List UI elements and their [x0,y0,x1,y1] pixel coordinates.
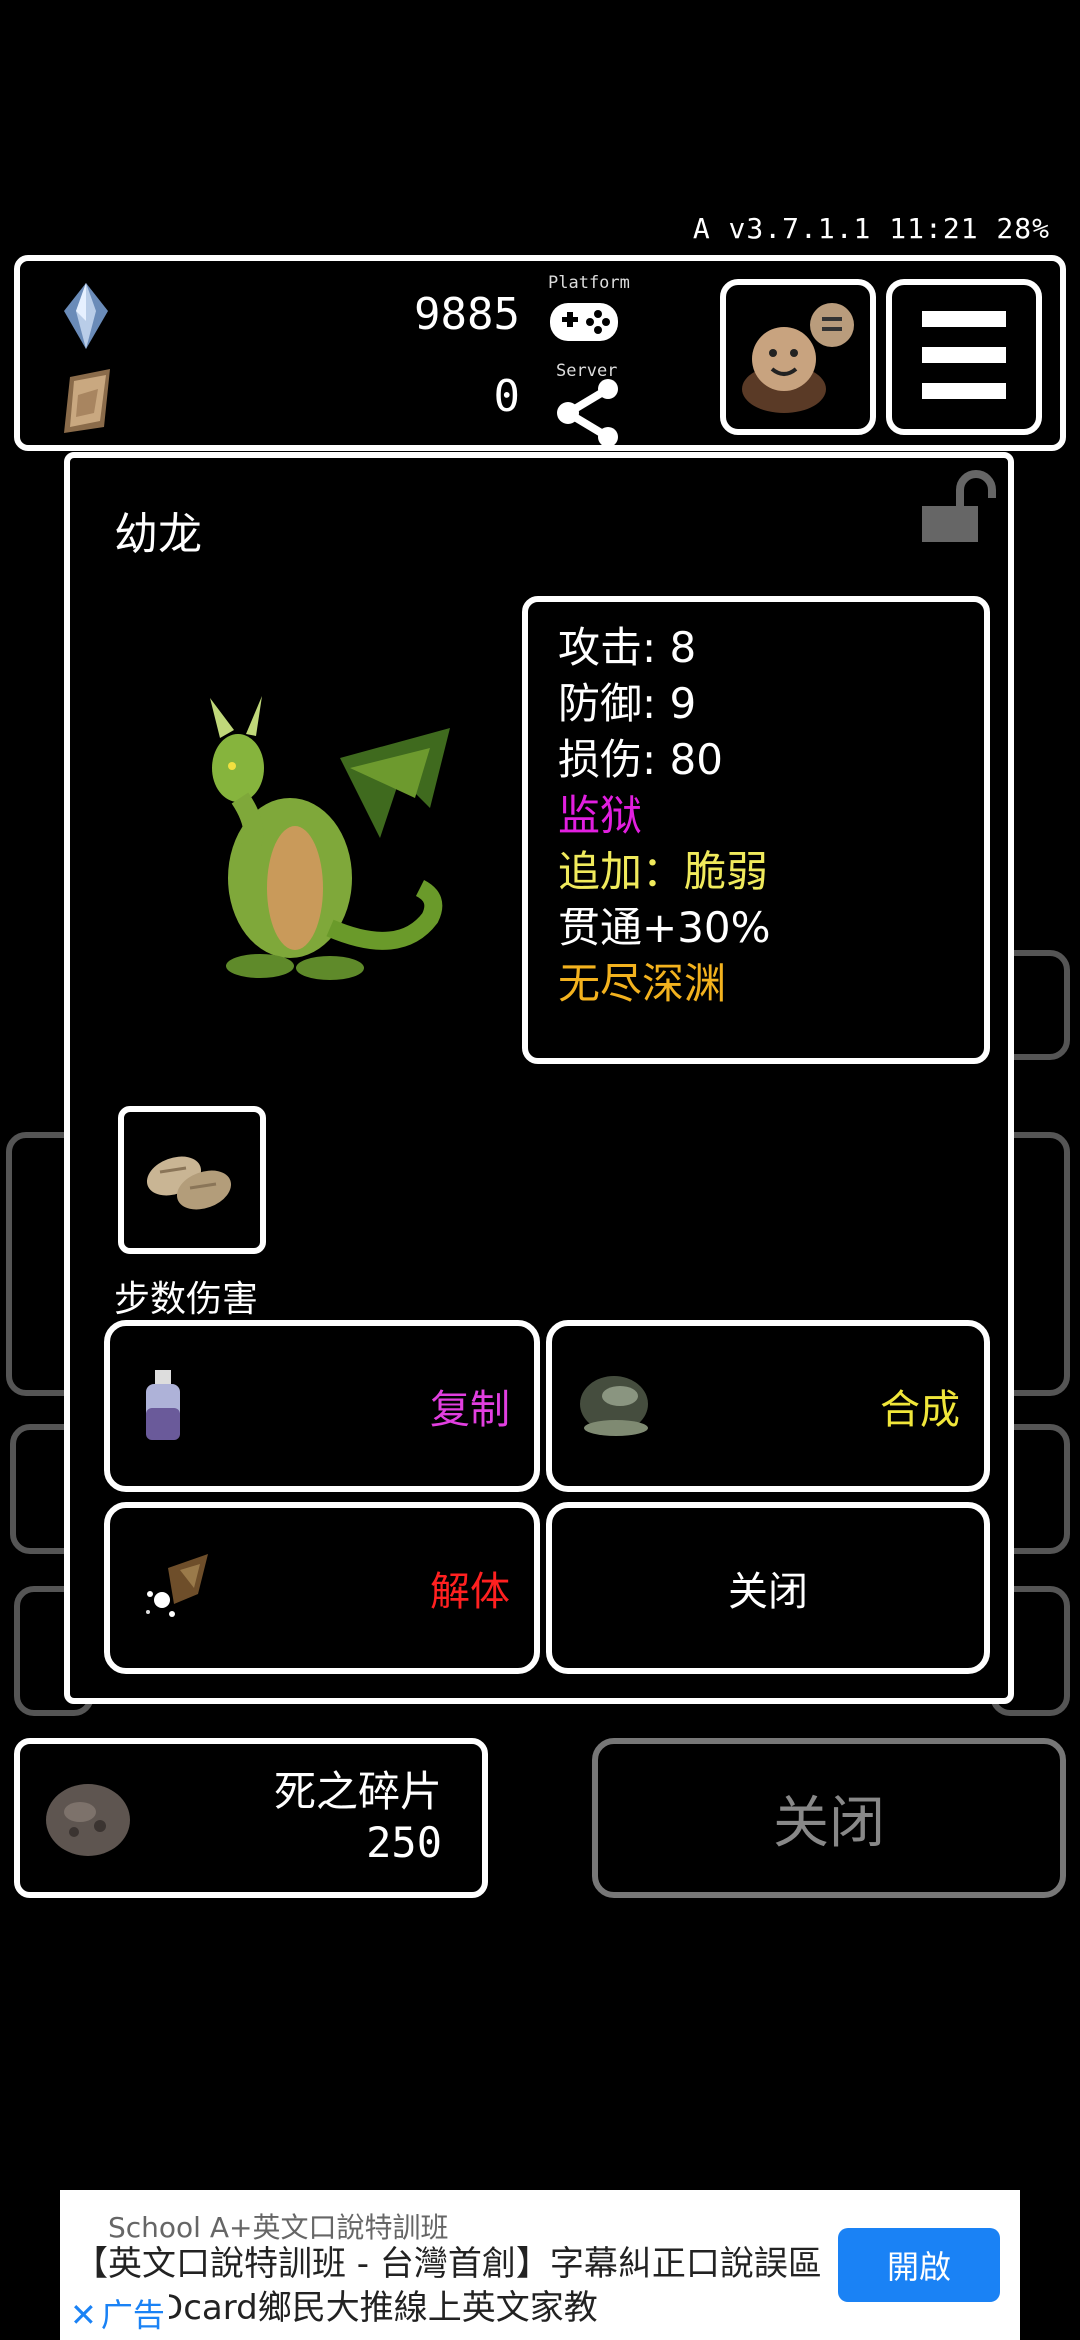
dismantle-button[interactable]: 解体 [104,1502,540,1674]
synth-label: 合成 [880,1387,960,1433]
close-modal-label: 关闭 [728,1569,808,1615]
potion-bottle-icon [146,1370,180,1440]
stat-pierce: 贯通+30% [558,903,771,952]
stat-extra: 追加：脆弱 [558,847,769,896]
copy-label: 复制 [430,1387,510,1433]
death-shard-panel: 死之碎片 250 [14,1738,488,1898]
ad-open-button[interactable]: 開啟 [838,2228,1000,2302]
character-button[interactable] [720,279,876,435]
close-icon[interactable]: ✕ [70,2296,97,2334]
platform-label: Platform [548,273,630,293]
card-icon [64,369,110,433]
shard-count: 250 [366,1818,442,1867]
skill-label: 步数伤害 [114,1279,259,1320]
dismantle-label: 解体 [430,1569,510,1615]
copy-button[interactable]: 复制 [104,1320,540,1492]
close-button-background[interactable]: 关闭 [592,1738,1066,1898]
stats-panel: 攻击: 8 防御: 9 损伤: 80 监狱 追加：脆弱 贯通+30% 无尽深渊 [522,596,990,1064]
ad-text: 【英文口說特訓班 - 台灣首創】字幕糾正口說誤區 PTT, Dcard鄉民大推線… [74,2244,822,2328]
monster-detail-modal: 幼龙 攻击: 8 防御: 9 损伤: 80 监狱 追加：脆弱 贯通+30% 无尽… [64,452,1014,1704]
ad-banner[interactable]: School A+英文口說特訓班 【英文口說特訓班 - 台灣首創】字幕糾正口說誤… [60,2190,1020,2340]
gamepad-icon[interactable] [546,297,622,347]
close-modal-button[interactable]: 关闭 [546,1502,990,1674]
ad-tag[interactable]: ✕ 广告 [66,2290,169,2336]
stat-prison: 监狱 [558,791,643,840]
skill-slot[interactable] [118,1106,266,1254]
monster-name: 幼龙 [114,509,202,560]
death-shard-icon [46,1784,130,1856]
footprint-icon [146,1156,232,1210]
stat-damage: 损伤: 80 [558,735,723,784]
top-bar: 9885 0 Platform Server [14,255,1066,451]
share-icon[interactable] [554,377,624,447]
menu-button[interactable] [886,279,1042,435]
ad-source: School A+英文口說特訓班 [108,2211,449,2244]
crystal-count: 9885 [414,289,520,340]
shatter-icon [146,1554,208,1617]
unlock-icon[interactable] [916,468,1000,548]
synth-button[interactable]: 合成 [546,1320,990,1492]
close-button-label: 关闭 [773,1790,885,1856]
stat-defense: 防御: 9 [558,679,697,728]
character-avatar-icon [742,303,854,413]
status-line: A v3.7.1.1 11:21 28% [692,212,1050,245]
shard-name: 死之碎片 [273,1767,442,1816]
helmet-icon [580,1376,648,1436]
dragon-sprite [210,696,450,980]
hamburger-icon [922,311,1006,399]
stat-attack: 攻击: 8 [558,623,697,672]
crystal-icon [64,283,108,349]
card-count: 0 [493,371,521,422]
ad-tag-label: 广告 [100,2296,165,2334]
stat-abyss: 无尽深渊 [558,959,727,1008]
